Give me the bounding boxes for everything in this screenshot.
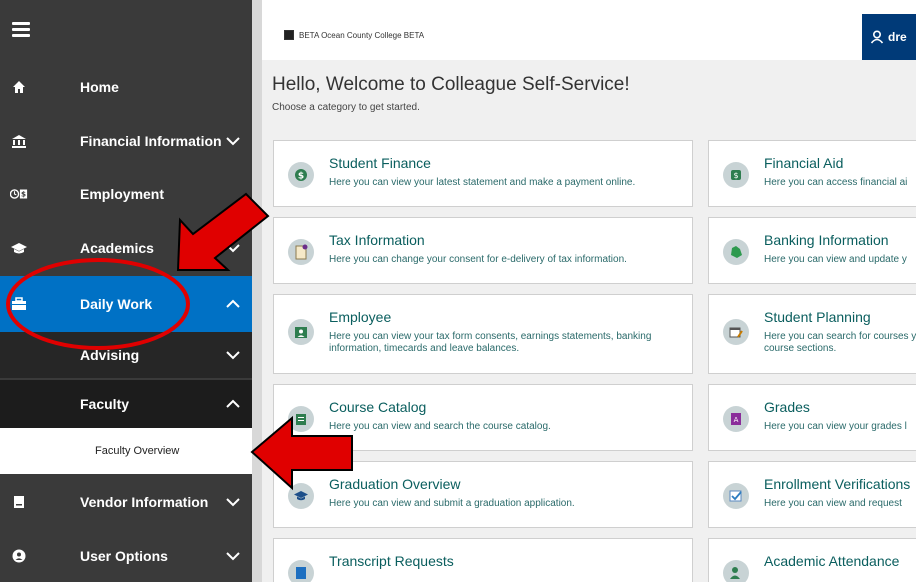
annotation-overlay	[6, 192, 353, 491]
red-arrow-down-left	[176, 192, 270, 271]
red-arrow-left	[250, 415, 353, 491]
highlight-ellipse	[6, 258, 190, 350]
